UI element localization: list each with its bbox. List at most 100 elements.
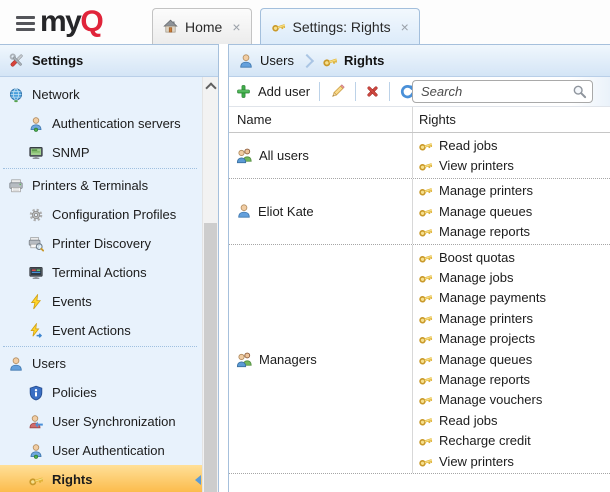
table-row[interactable]: All users Read jobs View printers xyxy=(229,133,610,179)
sidebar-item-label: Users xyxy=(32,356,66,371)
right-entry: View printers xyxy=(418,451,610,471)
key-icon xyxy=(418,138,433,153)
user-name: Managers xyxy=(259,352,317,367)
sidebar-item-user-synchronization[interactable]: User Synchronization xyxy=(0,407,203,436)
close-icon[interactable]: × xyxy=(401,20,409,34)
user-auth-icon xyxy=(28,443,44,459)
scroll-up-button[interactable] xyxy=(203,77,218,93)
tools-icon xyxy=(8,52,25,69)
printer-search-icon xyxy=(28,236,44,252)
sidebar-item-users[interactable]: Users xyxy=(0,349,203,378)
name-cell: All users xyxy=(229,133,412,178)
sidebar-item-event-actions[interactable]: Event Actions xyxy=(0,316,203,345)
key-icon xyxy=(418,352,433,367)
group-icon xyxy=(236,351,253,368)
sidebar-item-policies[interactable]: Policies xyxy=(0,378,203,407)
right-entry: Manage vouchers xyxy=(418,390,610,410)
toolbar-separator xyxy=(319,82,320,101)
key-icon xyxy=(418,311,433,326)
sidebar-title: Settings xyxy=(32,53,83,68)
sidebar-item-configuration-profiles[interactable]: Configuration Profiles xyxy=(0,200,203,229)
key-icon xyxy=(418,454,433,469)
sidebar-item-label: Printers & Terminals xyxy=(32,178,148,193)
user-sync-icon xyxy=(28,414,44,430)
right-entry: Manage reports xyxy=(418,222,610,242)
rights-panel: Users Rights Add user Name xyxy=(228,44,610,492)
gear-icon xyxy=(28,207,44,223)
lightning-arrow-icon xyxy=(28,323,44,339)
right-entry: Manage payments xyxy=(418,288,610,308)
delete-button[interactable] xyxy=(360,84,385,99)
plus-icon xyxy=(236,84,251,99)
add-user-label: Add user xyxy=(258,84,310,99)
key-icon xyxy=(418,204,433,219)
toolbar-separator xyxy=(355,82,356,101)
sidebar-nav: Network Authentication servers SNMP Prin… xyxy=(0,77,203,492)
sidebar-item-snmp[interactable]: SNMP xyxy=(0,138,203,167)
user-icon xyxy=(8,356,24,372)
rights-cell: Read jobs View printers xyxy=(412,133,610,178)
sidebar-separator xyxy=(3,346,197,348)
sidebar-item-label: Authentication servers xyxy=(52,116,181,131)
right-entry: Manage printers xyxy=(418,308,610,328)
table-header: Name Rights xyxy=(229,107,610,133)
sidebar-item-events[interactable]: Events xyxy=(0,287,203,316)
breadcrumb-label: Users xyxy=(260,53,294,68)
user-name: Eliot Kate xyxy=(258,204,314,219)
sidebar-item-printers-terminals[interactable]: Printers & Terminals xyxy=(0,171,203,200)
search-icon[interactable] xyxy=(572,84,587,99)
group-icon xyxy=(236,147,253,164)
key-icon xyxy=(418,331,433,346)
right-entry: Manage projects xyxy=(418,329,610,349)
sidebar-item-authentication-servers[interactable]: Authentication servers xyxy=(0,109,203,138)
scrollbar-thumb[interactable] xyxy=(204,223,217,492)
tab-bar: Home × Settings: Rights × xyxy=(152,8,420,44)
column-header-rights[interactable]: Rights xyxy=(412,107,610,132)
rights-table: All users Read jobs View printers Eliot … xyxy=(229,133,610,492)
right-entry: Read jobs xyxy=(418,410,610,430)
key-icon xyxy=(418,250,433,265)
close-icon[interactable]: × xyxy=(232,20,240,34)
brand-wordmark: myQ xyxy=(40,5,102,39)
breadcrumb-users[interactable]: Users xyxy=(238,53,294,69)
tab-settings-rights[interactable]: Settings: Rights × xyxy=(260,8,420,44)
key-icon xyxy=(418,224,433,239)
key-icon xyxy=(418,183,433,198)
right-entry: Read jobs xyxy=(418,135,610,155)
hamburger-menu-icon[interactable] xyxy=(16,16,35,31)
page-title: Rights xyxy=(344,53,384,68)
column-header-name[interactable]: Name xyxy=(229,107,412,132)
key-icon xyxy=(418,413,433,428)
rights-cell: Boost quotas Manage jobs Manage payments… xyxy=(412,245,610,473)
search-input[interactable] xyxy=(412,80,593,103)
add-user-button[interactable]: Add user xyxy=(231,84,315,99)
key-icon xyxy=(271,19,286,34)
table-row[interactable]: Managers Boost quotas Manage jobs Manage… xyxy=(229,245,610,474)
sidebar-item-label: User Synchronization xyxy=(52,414,176,429)
right-entry: Boost quotas xyxy=(418,247,610,267)
table-row[interactable]: Eliot Kate Manage printers Manage queues… xyxy=(229,179,610,245)
sidebar-item-terminal-actions[interactable]: Terminal Actions xyxy=(0,258,203,287)
shield-icon xyxy=(28,385,44,401)
settings-sidebar: Settings Network Authentication servers … xyxy=(0,44,219,492)
sidebar-item-network[interactable]: Network xyxy=(0,80,203,109)
edit-button[interactable] xyxy=(324,83,351,100)
sidebar-item-label: User Authentication xyxy=(52,443,165,458)
sidebar-item-label: Rights xyxy=(52,472,92,487)
sidebar-item-user-authentication[interactable]: User Authentication xyxy=(0,436,203,465)
sidebar-item-rights[interactable]: Rights xyxy=(0,465,203,492)
right-entry: Manage jobs xyxy=(418,267,610,287)
breadcrumb-rights: Rights xyxy=(322,53,384,69)
key-icon xyxy=(322,53,338,69)
monitor-icon xyxy=(28,145,44,161)
name-cell: Managers xyxy=(229,245,412,473)
sidebar-item-label: Terminal Actions xyxy=(52,265,147,280)
user-auth-icon xyxy=(28,116,44,132)
user-name: All users xyxy=(259,148,309,163)
toolbar: Add user xyxy=(229,77,610,107)
sidebar-header: Settings xyxy=(0,44,218,77)
sidebar-item-printer-discovery[interactable]: Printer Discovery xyxy=(0,229,203,258)
top-bar: myQ Home × Settings: Rights × xyxy=(0,0,610,44)
sidebar-item-label: Events xyxy=(52,294,92,309)
tab-home[interactable]: Home × xyxy=(152,8,252,44)
